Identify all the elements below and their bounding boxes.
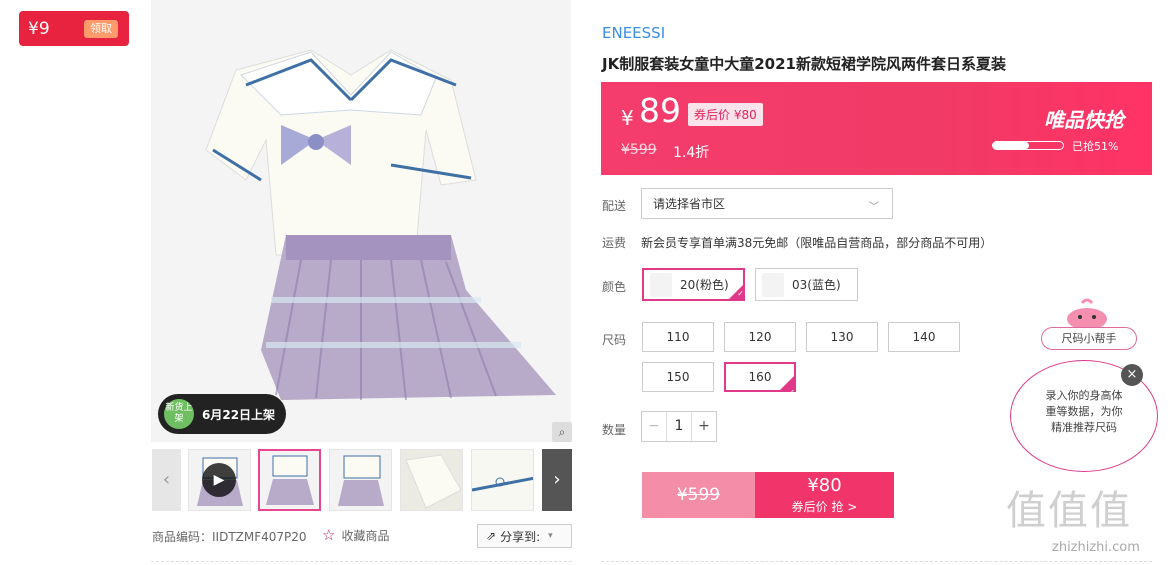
helper-line: 重等数据，为你 (1045, 405, 1123, 418)
color-option-label: 20(粉色) (680, 278, 729, 292)
quantity-value[interactable]: 1 (667, 412, 691, 441)
product-illustration (151, 0, 571, 442)
quantity-plus-button[interactable]: + (691, 412, 716, 441)
product-title: JK制服套装女童中大童2021新款短裙学院风两件套日系夏装 (602, 55, 1006, 73)
original-price: ¥599 (621, 142, 657, 158)
discount-text: 1.4折 (673, 145, 710, 161)
play-video-icon[interactable]: ▶ (202, 463, 236, 497)
thumbnail-prev-button[interactable]: ‹ (152, 449, 181, 511)
size-label: 尺码 (602, 333, 627, 347)
selected-check-icon (728, 284, 744, 300)
helper-line: 录入你的身高体 (1045, 389, 1123, 402)
thumbnail-4[interactable] (400, 449, 463, 511)
size-option-160[interactable]: 160 (724, 362, 796, 406)
close-icon[interactable]: × (1121, 364, 1143, 386)
thumbnail-5[interactable] (471, 449, 534, 511)
thumbnail-image (472, 450, 533, 510)
size-option-120[interactable]: 120 (724, 322, 796, 352)
flash-sale-label: 唯品快抢 (1044, 108, 1124, 132)
star-icon: ☆ (322, 526, 336, 544)
buy-coupon-part[interactable]: ¥80 券后价 抢 > (755, 472, 894, 518)
buy-original-price: ¥599 (642, 472, 755, 518)
divider (151, 561, 572, 562)
chevron-down-icon: ▾ (548, 531, 553, 541)
watermark-site: zhizhizhi.com (1052, 540, 1140, 555)
mascot-icon (1067, 298, 1107, 330)
thumbnail-3[interactable] (329, 449, 392, 511)
new-arrival-dot: 新货上架 (164, 399, 194, 429)
color-option-label: 03(蓝色) (792, 278, 841, 292)
price-panel: ¥ 89 券后价 ¥80 ¥599 1.4折 唯品快抢 已抢51% (601, 82, 1152, 175)
main-product-image[interactable] (151, 0, 571, 442)
share-icon: ⇗ (486, 529, 497, 543)
shipping-label: 运费 (602, 236, 627, 250)
thumbnail-image (260, 451, 319, 509)
buy-price: ¥80 (807, 475, 842, 496)
launch-date-text: 6月22日上架 (202, 407, 276, 422)
launch-date-badge: 新货上架 6月22日上架 (158, 394, 286, 434)
coupon-get-button[interactable]: 领取 (84, 20, 118, 38)
shipping-text: 新会员专享首单满38元免邮（限唯品自营商品，部分商品不可用） (641, 236, 993, 250)
sku-code: 商品编码：IIDTZMF407P20 (152, 530, 307, 544)
watermark-logo: 值值值 (1006, 488, 1132, 534)
coupon-amount: ¥9 (28, 18, 50, 39)
color-option-pink[interactable]: 20(粉色) (642, 268, 745, 301)
size-option-130[interactable]: 130 (806, 322, 878, 352)
buy-button[interactable]: ¥599 ¥80 券后价 抢 > (642, 472, 894, 518)
delivery-label: 配送 (602, 199, 627, 213)
favorite-label: 收藏商品 (341, 528, 390, 543)
size-option-150[interactable]: 150 (642, 362, 714, 392)
region-select-value: 请选择省市区 (653, 197, 726, 211)
color-swatch-image (650, 272, 672, 297)
sold-progress-bar (992, 141, 1064, 150)
thumbnail-image (401, 450, 462, 510)
selected-check-icon (779, 375, 795, 406)
coupon-tag[interactable]: ¥9 领取 (19, 11, 129, 46)
thumbnail-image (330, 450, 391, 510)
divider (601, 561, 1152, 562)
quantity-minus-button[interactable]: − (642, 412, 667, 441)
quantity-stepper[interactable]: − 1 + (641, 411, 717, 442)
size-helper-label[interactable]: 尺码小帮手 (1041, 327, 1137, 350)
share-button[interactable]: ⇗ 分享到: ▾ (477, 524, 572, 548)
brand-name[interactable]: ENEESSI (602, 24, 665, 42)
currency-symbol: ¥ (621, 106, 634, 130)
zoom-icon[interactable]: ⌕ (552, 422, 572, 442)
sold-progress-fill (993, 142, 1029, 149)
thumbnail-next-button[interactable]: › (542, 449, 572, 511)
color-option-blue[interactable]: 03(蓝色) (755, 268, 858, 301)
coupon-price-badge: 券后价 ¥80 (688, 103, 763, 126)
color-swatch-image (762, 272, 784, 297)
size-option-110[interactable]: 110 (642, 322, 714, 352)
size-option-label: 160 (748, 370, 772, 384)
size-option-140[interactable]: 140 (888, 322, 960, 352)
current-price: 89 (639, 91, 681, 130)
chevron-down-icon: ﹀ (869, 202, 879, 213)
color-label: 颜色 (602, 280, 627, 294)
thumbnail-2[interactable] (258, 449, 321, 511)
helper-line: 精准推荐尺码 (1051, 421, 1117, 434)
quantity-label: 数量 (602, 423, 627, 437)
region-select[interactable]: 请选择省市区 ﹀ (641, 188, 893, 219)
share-label: 分享到: (500, 529, 541, 544)
sold-percent-text: 已抢51% (1072, 140, 1119, 153)
buy-subtext: 券后价 抢 > (791, 500, 858, 514)
favorite-button[interactable]: ☆ 收藏商品 (322, 526, 389, 544)
